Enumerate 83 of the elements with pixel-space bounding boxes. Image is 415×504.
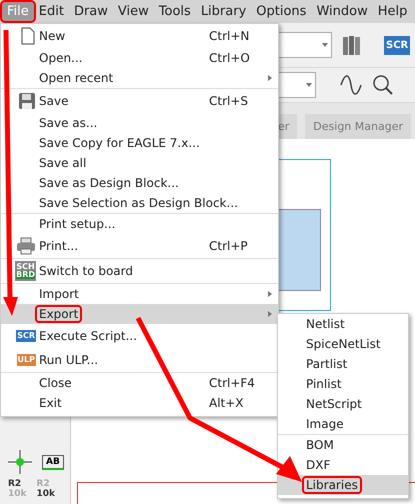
part-name: R2 (36, 480, 50, 490)
menu-item[interactable]: Open... Ctrl+O (1, 48, 278, 68)
menu-item[interactable]: NetScript (278, 394, 408, 414)
menu-item-label: Run ULP... (38, 352, 100, 369)
menu-item-label: New (38, 28, 66, 45)
menu-item[interactable]: Exit Alt+X (1, 393, 278, 413)
script-button[interactable]: SCR (384, 36, 410, 54)
part-tool[interactable]: R2 10k (8, 480, 27, 500)
menu-item-label: Execute Script... (38, 328, 138, 345)
menu-bar-item[interactable]: Tools (154, 2, 196, 21)
menu-item-label: Exit (38, 395, 63, 412)
menu-item-label: Save all (38, 155, 88, 172)
menu-item[interactable]: BOM (278, 435, 408, 455)
menu-item[interactable]: Print... Ctrl+P (1, 234, 278, 258)
menu-item[interactable]: Import (1, 284, 278, 304)
menu-bar-item[interactable]: Window (311, 2, 373, 21)
menu-item-label: BOM (305, 437, 335, 454)
menu-item[interactable]: Export (1, 304, 278, 324)
menu-item[interactable]: SCR Execute Script... (1, 324, 278, 348)
shortcut-text: Ctrl+S (209, 94, 248, 108)
books-icon[interactable] (342, 34, 362, 56)
printer-icon (16, 237, 36, 255)
menu-item-label: SpiceNetList (305, 336, 382, 353)
menu-item-label: Save Selection as Design Block... (38, 195, 239, 212)
ulp-icon: ULP (16, 354, 36, 366)
sine-wave-icon[interactable] (340, 75, 362, 95)
shortcut-text: Ctrl+N (209, 29, 250, 43)
menu-item-label: Print... (38, 238, 80, 255)
menu-item[interactable]: Close Ctrl+F4 (1, 373, 278, 393)
menu-item-label: Export (35, 305, 82, 323)
menu-item[interactable]: Save all (1, 153, 278, 173)
menu-item-label: Save (38, 93, 70, 110)
menu-bar-item[interactable]: Edit (34, 2, 69, 21)
menu-item-label: Print setup... (38, 216, 116, 233)
label-tool[interactable]: AB (42, 454, 64, 470)
menu-item-label: Save Copy for EAGLE 7.x... (38, 135, 201, 152)
menu-item-label: Open... (38, 50, 84, 67)
menu-item-label: Netlist (305, 316, 346, 333)
menu-item-label: Save as Design Block... (38, 175, 180, 192)
menu-item[interactable]: Pinlist (278, 374, 408, 394)
junction-icon[interactable] (8, 450, 32, 474)
dropdown[interactable] (278, 72, 316, 98)
menu-item[interactable]: Netlist (278, 314, 408, 334)
part-name: R2 (8, 480, 22, 490)
shortcut-text: Ctrl+O (209, 51, 250, 65)
menu-item[interactable]: Image (278, 414, 408, 434)
menu-item-label: Image (305, 416, 345, 433)
new-file-icon (20, 27, 36, 45)
script-icon: SCR (16, 330, 36, 342)
menu-item[interactable]: Open recent (1, 68, 278, 88)
shortcut-text: Ctrl+P (209, 239, 248, 253)
menu-bar-item[interactable]: Help (372, 2, 412, 21)
switch-board-icon: SCH BRD (15, 261, 36, 281)
part-value: 10k (36, 490, 56, 500)
menu-item-label: Pinlist (305, 376, 343, 393)
menu-item[interactable]: Libraries (278, 475, 408, 495)
menu-item[interactable]: DXF (278, 455, 408, 475)
menu-item[interactable]: Print setup... (1, 214, 278, 234)
shortcut-text: Ctrl+F4 (209, 376, 255, 390)
menu-item-label: Close (38, 375, 73, 392)
menu-item-label: Partlist (305, 356, 348, 373)
menu-item[interactable]: Save as Design Block... (1, 173, 278, 193)
menu-bar-item[interactable]: Draw (68, 2, 113, 21)
menu-item[interactable]: Save Selection as Design Block... (1, 193, 278, 213)
menu-item-label: Libraries (302, 476, 362, 494)
menu-item[interactable]: ULP Run ULP... (1, 348, 278, 372)
menu-item-label: Open recent (38, 70, 114, 87)
menu-bar-item[interactable]: View (112, 2, 154, 21)
part-tool[interactable]: R2 10k (36, 480, 56, 500)
shortcut-text: Alt+X (209, 396, 244, 410)
menu-item[interactable]: SpiceNetList (278, 334, 408, 354)
part-value: 10k (8, 490, 27, 500)
menu-item[interactable]: Save Ctrl+S (1, 89, 278, 113)
menu-item[interactable]: New Ctrl+N (1, 24, 278, 48)
save-icon (18, 92, 36, 110)
menu-bar-item[interactable]: Library (196, 2, 252, 21)
menu-item-label: Import (38, 286, 80, 303)
menu-item-label: DXF (305, 457, 332, 474)
menu-item-label: NetScript (305, 396, 363, 413)
menu-item[interactable]: Partlist (278, 354, 408, 374)
menu-bar-item[interactable]: Options (251, 2, 312, 21)
menu-item-label: Save as... (38, 115, 98, 132)
menu-item-label: Switch to board (38, 263, 134, 280)
